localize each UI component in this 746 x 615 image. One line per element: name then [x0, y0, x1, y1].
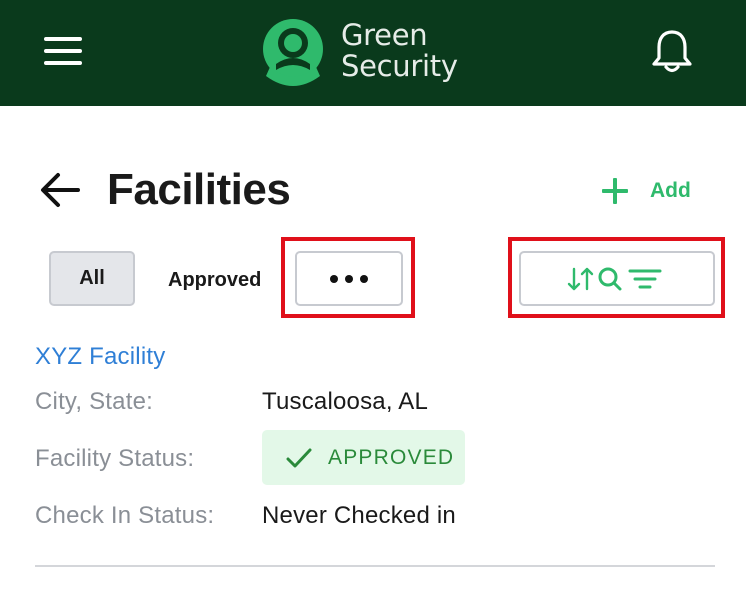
sort-icon — [567, 267, 594, 290]
filter-icon — [628, 269, 662, 288]
divider — [35, 565, 715, 567]
more-horizontal-icon — [330, 274, 338, 283]
facility-status-label: Facility Status: — [35, 445, 195, 472]
city-state-label: City, State: — [35, 388, 153, 415]
top-app-bar: Green Security — [0, 0, 746, 106]
plus-icon — [602, 178, 628, 204]
check-in-status-label: Check In Status: — [35, 502, 215, 529]
facility-name-link[interactable]: XYZ Facility — [35, 343, 165, 371]
hamburger-menu-icon[interactable] — [44, 37, 82, 65]
checkmark-icon — [286, 448, 312, 467]
search-icon — [598, 267, 622, 290]
logo-mark-icon — [263, 19, 323, 86]
status-badge-text: APPROVED — [328, 445, 455, 469]
back-arrow-icon[interactable] — [38, 170, 82, 210]
status-badge: APPROVED — [262, 430, 465, 485]
check-in-status-value: Never Checked in — [262, 502, 456, 529]
logo-wordmark: Green Security — [341, 20, 458, 82]
tab-approved[interactable]: Approved — [160, 262, 269, 298]
notification-bell-icon[interactable] — [650, 28, 694, 74]
add-label: Add — [650, 179, 691, 202]
sort-search-filter-button[interactable] — [519, 251, 715, 306]
logo-line-2: Security — [341, 49, 458, 83]
city-state-value: Tuscaloosa, AL — [262, 388, 429, 415]
add-facility-button[interactable]: Add — [602, 174, 691, 208]
more-options-button[interactable] — [295, 251, 403, 306]
logo-line-1: Green — [341, 18, 428, 52]
green-security-logo: Green Security — [262, 12, 472, 92]
page-title: Facilities — [107, 165, 291, 214]
tab-all[interactable]: All — [49, 251, 135, 306]
